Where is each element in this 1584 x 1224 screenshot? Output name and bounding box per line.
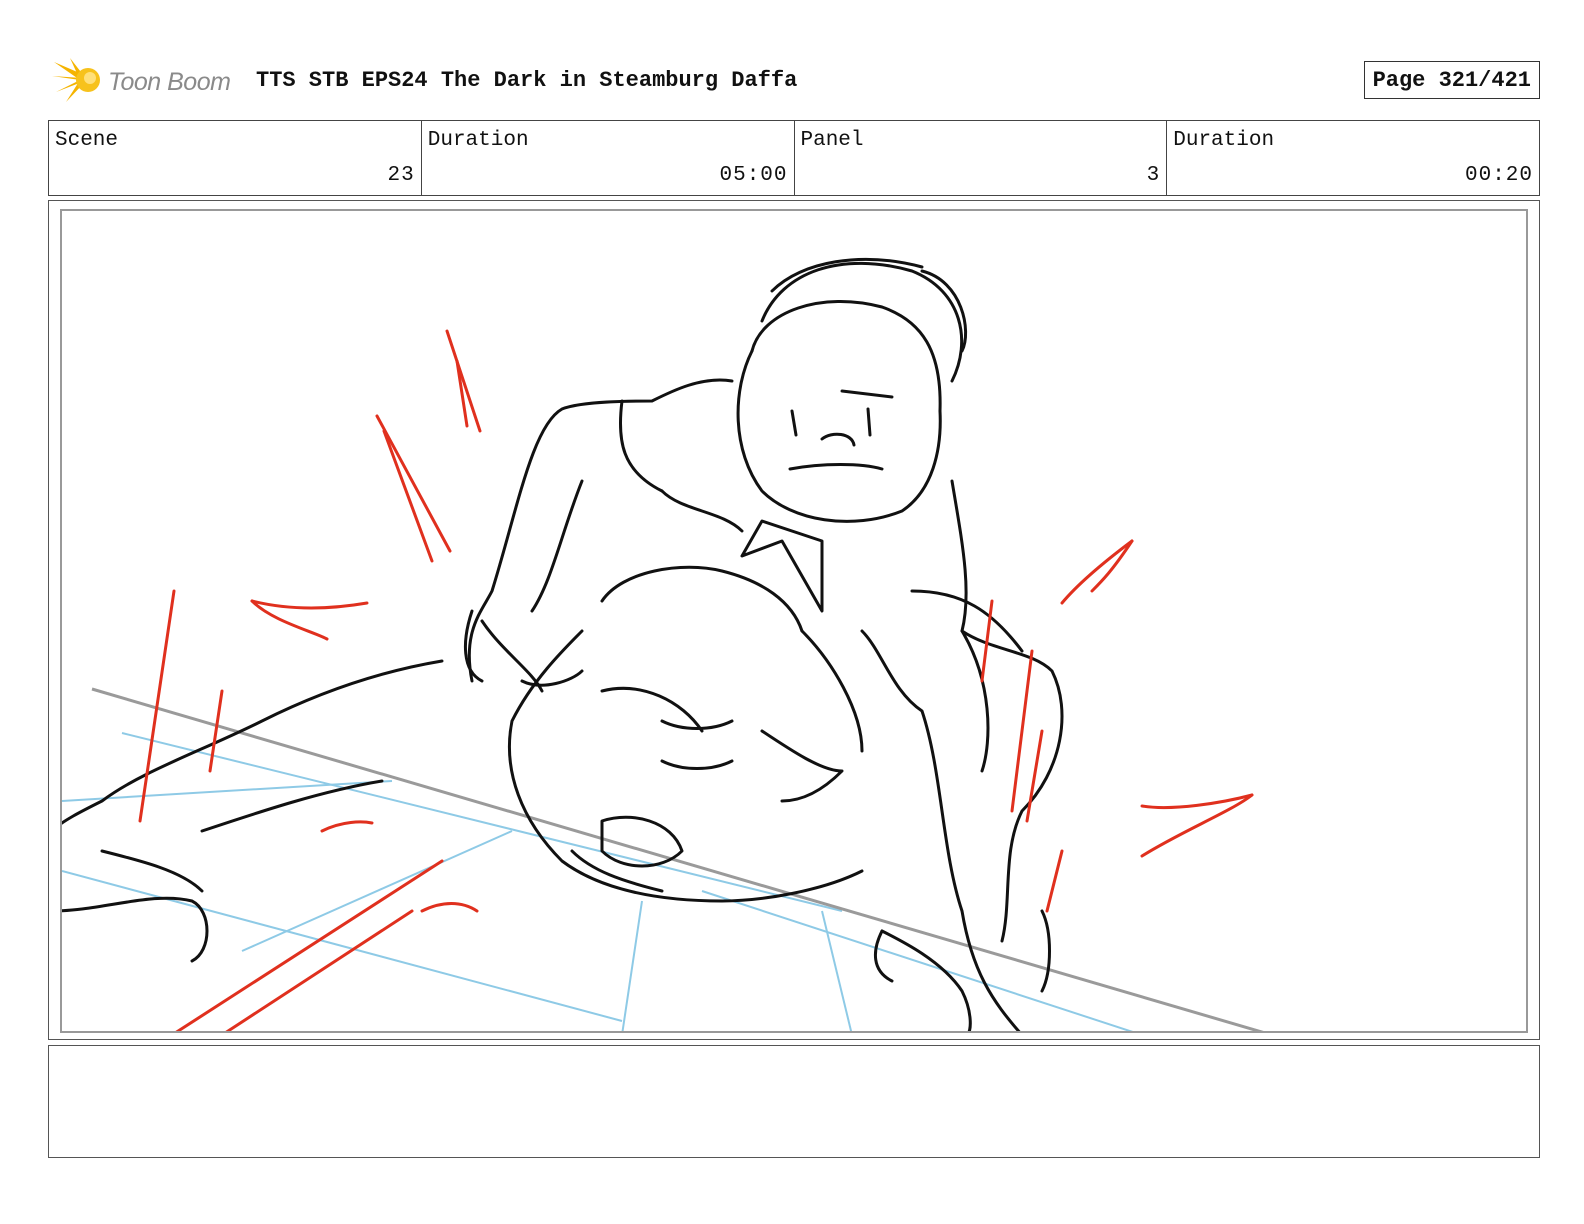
panel-duration-value: 00:20 <box>1464 164 1533 187</box>
scene-value: 23 <box>387 164 415 187</box>
scene-duration-label: Duration <box>427 129 529 152</box>
document-title: TTS STB EPS24 The Dark in Steamburg Daff… <box>256 68 798 93</box>
page-indicator: Page 321/421 <box>1363 61 1540 99</box>
scene-duration-value: 05:00 <box>719 164 788 187</box>
page-header: Toon Boom TTS STB EPS24 The Dark in Stea… <box>48 52 1540 106</box>
storyboard-panel-image <box>60 209 1528 1033</box>
scene-duration-cell: Duration 05:00 <box>422 121 795 195</box>
scene-info-table: Scene 23 Duration 05:00 Panel 3 Duration… <box>48 120 1540 196</box>
toon-boom-logo: Toon Boom <box>52 56 252 104</box>
logo-text: Toon Boom <box>108 68 231 96</box>
action-lines <box>138 329 1254 1031</box>
panel-value: 3 <box>1146 164 1161 187</box>
panel-duration-cell: Duration 00:20 <box>1167 121 1539 195</box>
panel-sketch <box>62 257 1264 1031</box>
scene-cell: Scene 23 <box>49 121 422 195</box>
table-edge-line <box>91 687 1264 1031</box>
character-sketch <box>62 257 1064 1031</box>
scene-label: Scene <box>55 129 119 152</box>
panel-cell: Panel 3 <box>795 121 1168 195</box>
storyboard-panel-frame <box>48 200 1540 1040</box>
panel-label: Panel <box>800 129 864 152</box>
panel-notes-area <box>48 1045 1540 1158</box>
panel-duration-label: Duration <box>1173 129 1275 152</box>
starburst-icon <box>52 58 100 102</box>
